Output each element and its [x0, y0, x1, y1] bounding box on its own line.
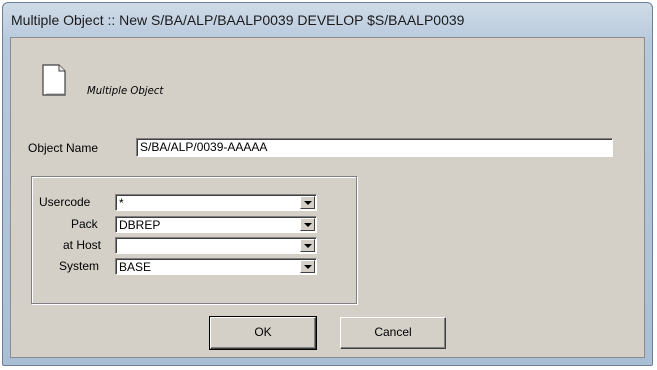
- window-title: Multiple Object :: New S/BA/ALP/BAALP003…: [11, 12, 465, 28]
- location-group: Usercode * Pack DBREP at Host System BAS…: [31, 176, 357, 304]
- pack-value: DBREP: [119, 218, 161, 232]
- object-name-label: Object Name: [28, 141, 99, 155]
- usercode-value: *: [119, 196, 124, 210]
- dialog-window: Multiple Object :: New S/BA/ALP/BAALP003…: [2, 2, 653, 366]
- cancel-button[interactable]: Cancel: [340, 317, 446, 349]
- pack-label: Pack: [71, 217, 98, 231]
- host-label: at Host: [63, 238, 102, 252]
- dialog-body: Multiple Object Object Name S/BA/ALP/003…: [10, 37, 645, 358]
- host-dropdown-icon[interactable]: [300, 239, 315, 252]
- host-combo[interactable]: [115, 237, 317, 254]
- title-bar[interactable]: Multiple Object :: New S/BA/ALP/BAALP003…: [3, 3, 652, 37]
- ok-button[interactable]: OK: [209, 316, 317, 350]
- usercode-label: Usercode: [39, 195, 91, 209]
- system-dropdown-icon[interactable]: [300, 260, 315, 273]
- system-combo[interactable]: BASE: [115, 258, 317, 275]
- document-icon: [42, 64, 66, 96]
- pack-dropdown-icon[interactable]: [300, 218, 315, 231]
- system-value: BASE: [119, 260, 152, 274]
- header-caption: Multiple Object: [87, 84, 164, 97]
- usercode-combo[interactable]: *: [115, 194, 317, 211]
- system-label: System: [59, 259, 100, 273]
- object-name-input[interactable]: S/BA/ALP/0039-AAAAA: [136, 138, 613, 157]
- pack-combo[interactable]: DBREP: [115, 216, 317, 233]
- usercode-dropdown-icon[interactable]: [300, 196, 315, 209]
